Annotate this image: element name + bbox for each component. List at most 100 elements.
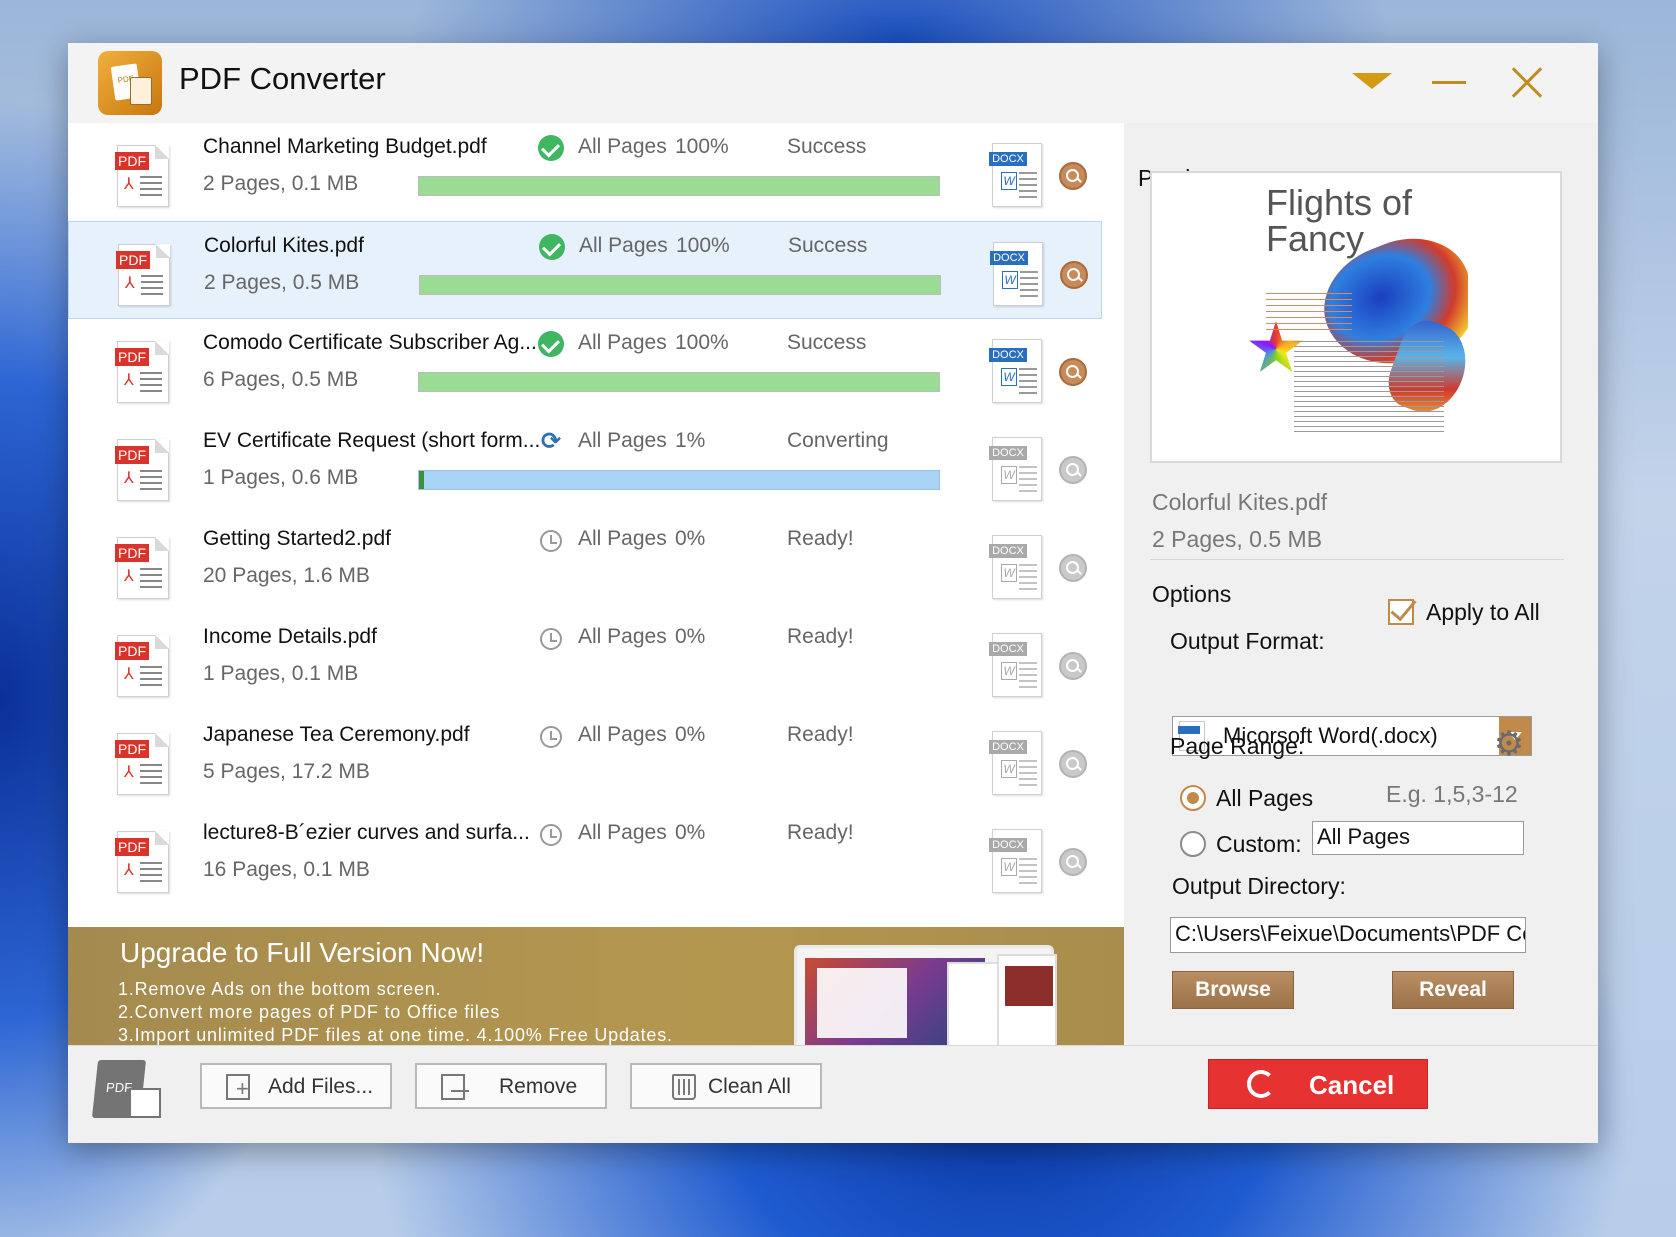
docx-output-icon[interactable]: DOCX W — [989, 339, 1042, 403]
pdf-tag: PDF — [115, 446, 149, 464]
progress-bar — [418, 372, 940, 392]
file-row[interactable]: PDF ⅄ Japanese Tea Ceremony.pdf 5 Pages,… — [68, 711, 1102, 809]
file-list: PDF ⅄ Channel Marketing Budget.pdf 2 Pag… — [68, 123, 1102, 963]
all-pages-radio[interactable] — [1180, 785, 1206, 811]
pdf-file-icon: PDF ⅄ — [115, 341, 169, 403]
page-lines — [140, 568, 162, 590]
search-icon[interactable] — [1059, 554, 1087, 582]
pdf-tag: PDF — [115, 348, 149, 366]
banner-screenshot-image — [794, 945, 1057, 1045]
ready-status-icon — [540, 628, 562, 650]
page-lines — [141, 275, 163, 297]
progress-percent: 1% — [675, 429, 706, 452]
file-name: Income Details.pdf — [203, 625, 377, 648]
search-icon[interactable] — [1059, 750, 1087, 778]
upgrade-banner[interactable]: Upgrade to Full Version Now! 1.Remove Ad… — [68, 927, 1124, 1045]
gear-icon[interactable]: ⚙ — [1492, 727, 1526, 761]
pdf-file-icon: PDF ⅄ — [116, 244, 170, 306]
search-icon[interactable] — [1059, 358, 1087, 386]
progress-percent: 0% — [675, 821, 706, 844]
all-pages-label[interactable]: All Pages — [1216, 785, 1313, 812]
file-row[interactable]: PDF ⅄ EV Certificate Request (short form… — [68, 417, 1102, 515]
reveal-button[interactable]: Reveal — [1392, 971, 1514, 1009]
bottom-toolbar: PDF Add Files... Remove Clean All Cancel — [68, 1045, 1598, 1143]
ready-status-icon — [540, 530, 562, 552]
docx-output-icon[interactable]: DOCX W — [989, 535, 1042, 599]
apply-to-all-checkbox[interactable] — [1388, 599, 1414, 625]
docx-output-icon[interactable]: DOCX W — [989, 633, 1042, 697]
page-lines — [140, 372, 162, 394]
search-icon[interactable] — [1060, 261, 1088, 289]
page-range-value: All Pages — [578, 527, 667, 550]
progress-bar — [418, 176, 940, 196]
add-files-label: Add Files... — [268, 1075, 374, 1098]
file-row[interactable]: PDF ⅄ lecture8-B´ezier curves and surfa.… — [68, 809, 1102, 907]
progress-percent: 100% — [675, 135, 729, 158]
page-range-example: E.g. 1,5,3-12 — [1386, 781, 1518, 807]
page-fold — [155, 439, 169, 453]
word-letter-icon: W — [1001, 662, 1017, 680]
pdf-tag: PDF — [115, 642, 149, 660]
progress-bar — [418, 470, 940, 490]
pdf-tag: PDF — [116, 251, 150, 269]
banner-line: 3.Import unlimited PDF files at one time… — [118, 1025, 673, 1045]
logo-doc-page — [129, 1088, 161, 1118]
minimize-icon[interactable] — [1428, 63, 1472, 103]
search-icon[interactable] — [1059, 162, 1087, 190]
menu-dropdown-icon[interactable] — [1350, 63, 1394, 103]
conversion-status: Ready! — [787, 821, 854, 844]
progress-percent: 100% — [675, 331, 729, 354]
progress-percent: 0% — [675, 723, 706, 746]
file-row[interactable]: PDF ⅄ Channel Marketing Budget.pdf 2 Pag… — [68, 123, 1102, 221]
banner-card-image — [1005, 966, 1053, 1006]
docx-tag: DOCX — [989, 642, 1027, 656]
pdf-file-icon: PDF ⅄ — [115, 537, 169, 599]
search-icon[interactable] — [1059, 652, 1087, 680]
add-file-icon — [226, 1074, 250, 1100]
page-lines — [1019, 760, 1037, 786]
output-directory-input[interactable]: C:\Users\Feixue\Documents\PDF Co — [1170, 917, 1526, 953]
page-lines — [140, 470, 162, 492]
success-status-icon — [538, 135, 564, 161]
apply-to-all-label[interactable]: Apply to All — [1426, 599, 1540, 626]
page-lines — [1019, 858, 1037, 884]
search-icon[interactable] — [1059, 456, 1087, 484]
cancel-label: Cancel — [1309, 1070, 1395, 1100]
remove-button[interactable]: Remove — [415, 1063, 607, 1109]
docx-output-icon[interactable]: DOCX W — [989, 143, 1042, 207]
docx-output-icon[interactable]: DOCX W — [990, 242, 1043, 306]
browse-button[interactable]: Browse — [1172, 971, 1294, 1009]
close-icon[interactable] — [1505, 63, 1549, 103]
page-fold — [155, 635, 169, 649]
conversion-status: Ready! — [787, 625, 854, 648]
file-row[interactable]: PDF ⅄ Income Details.pdf 1 Pages, 0.1 MB… — [68, 613, 1102, 711]
page-range-value: All Pages — [578, 135, 667, 158]
word-letter-icon: W — [1001, 368, 1017, 386]
clean-all-button[interactable]: Clean All — [630, 1063, 822, 1109]
add-files-button[interactable]: Add Files... — [200, 1063, 392, 1109]
search-icon[interactable] — [1059, 848, 1087, 876]
docx-output-icon[interactable]: DOCX W — [989, 731, 1042, 795]
page-range-value: All Pages — [579, 234, 668, 257]
ready-status-icon — [540, 824, 562, 846]
file-row[interactable]: PDF ⅄ Comodo Certificate Subscriber Ag..… — [68, 319, 1102, 417]
custom-label[interactable]: Custom: — [1216, 831, 1302, 858]
docx-output-icon[interactable]: DOCX W — [989, 829, 1042, 893]
docx-output-icon[interactable]: DOCX W — [989, 437, 1042, 501]
remove-label: Remove — [499, 1075, 578, 1098]
file-name: Colorful Kites.pdf — [204, 234, 364, 257]
progress-bar — [419, 275, 941, 295]
pdf-file-icon: PDF ⅄ — [115, 635, 169, 697]
file-row[interactable]: PDF ⅄ Getting Started2.pdf 20 Pages, 1.6… — [68, 515, 1102, 613]
page-lines — [140, 862, 162, 884]
file-name: Comodo Certificate Subscriber Ag... — [203, 331, 537, 354]
file-row[interactable]: PDF ⅄ Colorful Kites.pdf 2 Pages, 0.5 MB… — [68, 221, 1102, 319]
cancel-button[interactable]: Cancel — [1208, 1059, 1428, 1109]
custom-range-radio[interactable] — [1180, 831, 1206, 857]
custom-range-input[interactable]: All Pages — [1312, 821, 1524, 855]
progress-fill — [419, 177, 939, 195]
docx-tag: DOCX — [989, 740, 1027, 754]
preview-box: Flights of Fancy — [1150, 171, 1562, 463]
conversion-status: Success — [787, 135, 867, 158]
page-range-value: All Pages — [578, 821, 667, 844]
